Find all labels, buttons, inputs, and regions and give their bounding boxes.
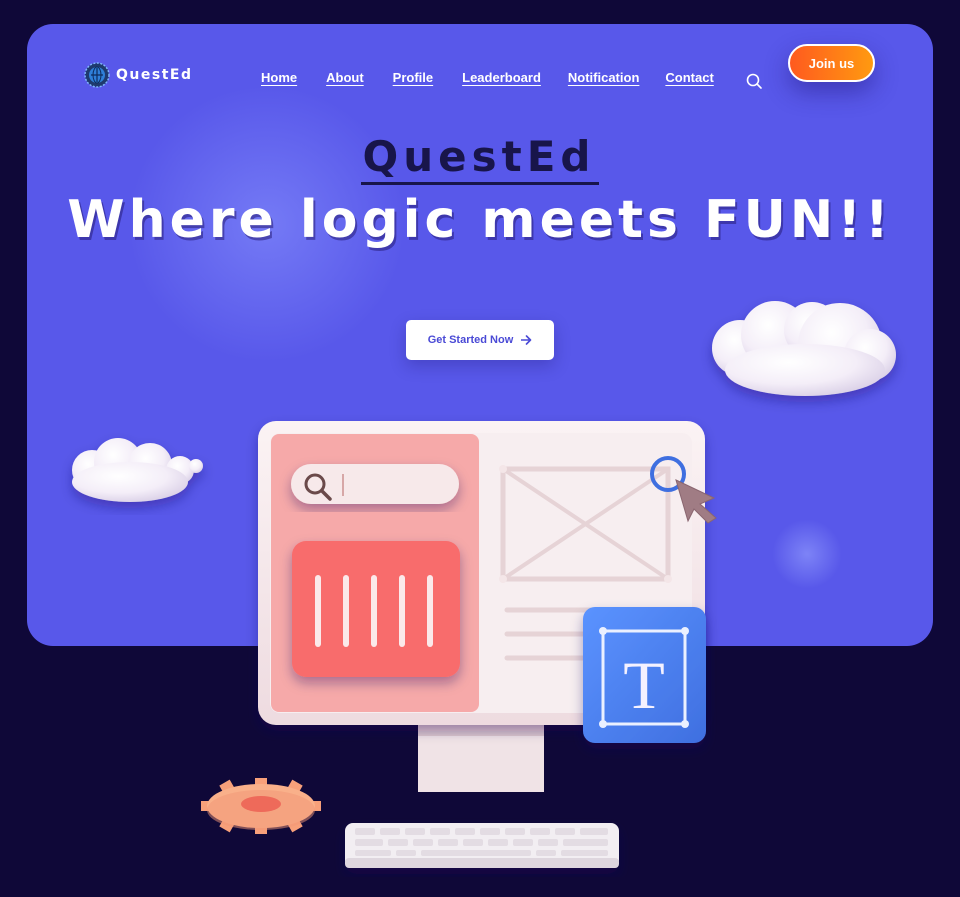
gear-icon [201,778,321,834]
cloud-left [72,438,203,502]
text-tool-letter: T [623,647,665,723]
text-tool-block: T [583,607,706,743]
pink-panel [271,434,479,712]
cloud-right [712,301,896,396]
monitor-stand [418,722,544,792]
hero-illustration: T [72,301,896,868]
keyboard [345,823,619,868]
